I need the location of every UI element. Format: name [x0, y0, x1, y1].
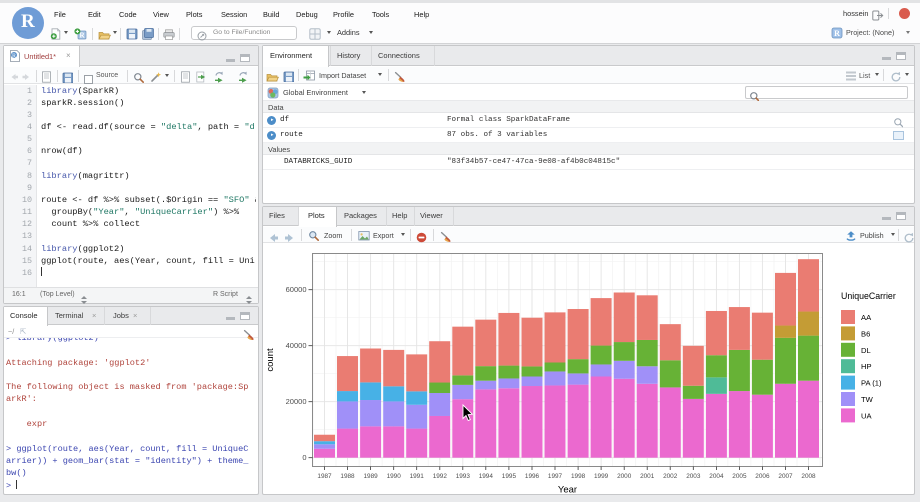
svg-text:B6: B6 — [861, 329, 870, 338]
svg-text:1987: 1987 — [317, 473, 332, 480]
svg-text:HP: HP — [861, 362, 872, 371]
svg-text:1991: 1991 — [410, 473, 425, 480]
svg-text:1999: 1999 — [594, 473, 609, 480]
svg-text:1993: 1993 — [456, 473, 471, 480]
svg-text:UniqueCarrier: UniqueCarrier — [841, 291, 896, 301]
svg-text:PA (1): PA (1) — [861, 379, 882, 388]
svg-text:1992: 1992 — [433, 473, 448, 480]
svg-text:1996: 1996 — [525, 473, 540, 480]
svg-text:2005: 2005 — [732, 473, 747, 480]
svg-text:R: R — [12, 53, 16, 59]
svg-text:1995: 1995 — [502, 473, 517, 480]
svg-text:count: count — [265, 348, 276, 372]
svg-text:TW: TW — [861, 395, 874, 404]
svg-text:1990: 1990 — [387, 473, 402, 480]
svg-text:1997: 1997 — [548, 473, 563, 480]
svg-text:20000: 20000 — [286, 397, 307, 406]
svg-text:1998: 1998 — [571, 473, 586, 480]
svg-text:DL: DL — [861, 346, 871, 355]
svg-text:1988: 1988 — [340, 473, 355, 480]
svg-text:60000: 60000 — [286, 285, 307, 294]
svg-text:1994: 1994 — [479, 473, 494, 480]
svg-text:2001: 2001 — [640, 473, 655, 480]
svg-text:AA: AA — [861, 313, 872, 322]
svg-text:2007: 2007 — [778, 473, 793, 480]
svg-text:0: 0 — [302, 453, 306, 462]
svg-text:Year: Year — [558, 485, 577, 495]
svg-text:2000: 2000 — [617, 473, 632, 480]
svg-text:UA: UA — [861, 411, 872, 420]
svg-text:2003: 2003 — [686, 473, 701, 480]
svg-text:2004: 2004 — [709, 473, 724, 480]
svg-text:1989: 1989 — [363, 473, 378, 480]
svg-text:R: R — [834, 29, 840, 38]
svg-text:2002: 2002 — [663, 473, 678, 480]
svg-text:2006: 2006 — [755, 473, 770, 480]
svg-text:2008: 2008 — [801, 473, 816, 480]
svg-text:40000: 40000 — [286, 341, 307, 350]
